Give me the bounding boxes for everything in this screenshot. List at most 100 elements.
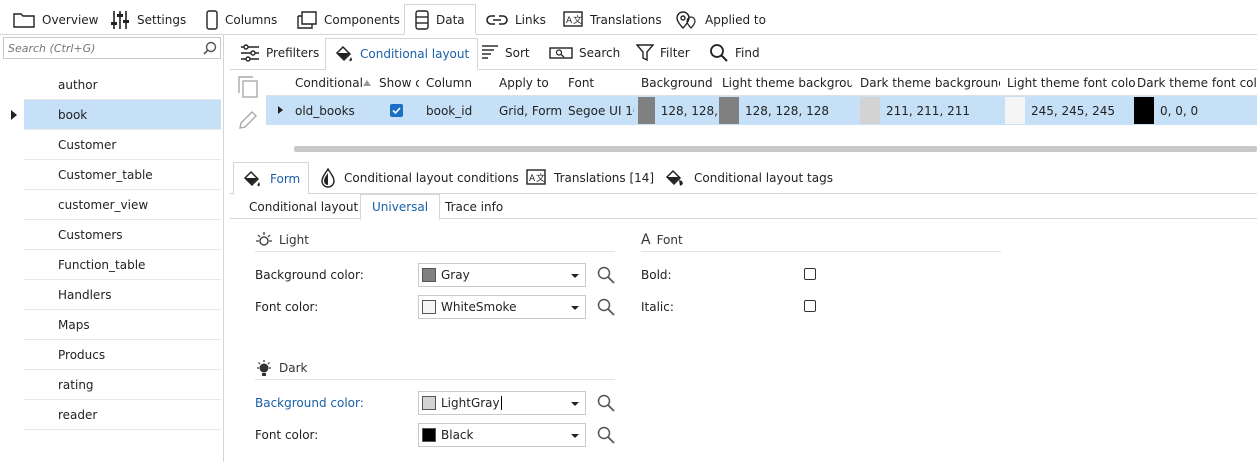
tab-conditional-layout-conditions[interactable]: Conditional layout conditions bbox=[312, 162, 527, 194]
col-header-conditional[interactable]: Conditional bbox=[295, 76, 365, 90]
tree-item[interactable]: Maps bbox=[24, 310, 221, 340]
tab-components[interactable]: Components bbox=[287, 5, 410, 35]
expand-arrow-icon[interactable] bbox=[11, 110, 17, 120]
tab-overview[interactable]: Overview bbox=[3, 5, 109, 35]
dark-font-select[interactable]: Black bbox=[418, 423, 586, 447]
copy-icon[interactable] bbox=[238, 76, 258, 98]
subtab-universal[interactable]: Universal bbox=[360, 194, 441, 220]
location-icon bbox=[676, 10, 698, 30]
search-icon[interactable] bbox=[597, 298, 615, 316]
conditional-layout-label: Conditional layout bbox=[360, 47, 470, 61]
col-header-dark-font[interactable]: Dark theme font color bbox=[1137, 76, 1257, 90]
subtab-trace-info[interactable]: Trace info bbox=[434, 194, 514, 219]
top-tab-bar: Overview Settings Columns Components Dat… bbox=[0, 0, 1257, 35]
tree-item[interactable]: Customer_table bbox=[24, 160, 221, 190]
light-font-label: Font color: bbox=[255, 300, 319, 314]
subtab-conditional-layout[interactable]: Conditional layout bbox=[238, 194, 369, 219]
cell-show-checkbox[interactable] bbox=[390, 96, 403, 125]
cell-background[interactable]: 128, 128, bbox=[638, 96, 718, 125]
search-input[interactable] bbox=[4, 41, 196, 55]
search-label: Search bbox=[579, 46, 621, 60]
cell-light-bg[interactable]: 128, 128, 128 bbox=[719, 96, 829, 125]
drop-icon bbox=[320, 168, 336, 188]
cell-dark-font-text: 0, 0, 0 bbox=[1160, 103, 1199, 118]
cell-font[interactable]: Segoe UI 10 bbox=[568, 96, 634, 125]
tab-translations[interactable]: A文 Translations bbox=[553, 5, 672, 35]
grid-header: Conditional Show c Column Apply to Font … bbox=[266, 70, 1257, 96]
cell-light-font[interactable]: 245, 245, 245 bbox=[1005, 96, 1115, 125]
tab-conditional-layout-tags[interactable]: Conditional layout tags bbox=[656, 162, 841, 194]
row-indicator-icon bbox=[278, 106, 283, 114]
tab-overview-label: Overview bbox=[42, 13, 99, 27]
search-button[interactable]: Search bbox=[541, 38, 628, 68]
tree-item-label: Customer_table bbox=[58, 167, 153, 182]
sidebar-search[interactable] bbox=[3, 37, 221, 59]
cell-dark-bg[interactable]: 211, 211, 211 bbox=[860, 96, 970, 125]
search-icon[interactable] bbox=[203, 41, 217, 55]
search-icon[interactable] bbox=[597, 394, 615, 412]
dark-bg-select[interactable]: LightGray bbox=[418, 391, 586, 415]
tab-columns-label: Columns bbox=[225, 13, 278, 27]
col-header-light-font[interactable]: Light theme font color bbox=[1007, 76, 1135, 90]
dark-bg-label: Background color: bbox=[255, 396, 364, 410]
col-header-column[interactable]: Column bbox=[426, 76, 472, 90]
tree-item[interactable]: Customer bbox=[24, 130, 221, 160]
filter-icon bbox=[636, 44, 654, 62]
horizontal-scrollbar[interactable] bbox=[294, 146, 1257, 152]
sort-button[interactable]: Sort bbox=[473, 38, 538, 68]
italic-checkbox[interactable] bbox=[804, 300, 816, 312]
lightbulb-icon bbox=[255, 359, 273, 377]
col-header-show[interactable]: Show c bbox=[379, 76, 419, 90]
tree-item[interactable]: Customers bbox=[24, 220, 221, 250]
translate-icon: A文 bbox=[526, 169, 546, 187]
cell-apply-to[interactable]: Grid, Form bbox=[499, 96, 562, 125]
prefilters-button[interactable]: Prefilters bbox=[232, 38, 327, 68]
dark-group-header: Dark bbox=[255, 356, 615, 380]
tab-applied-to[interactable]: Applied to bbox=[666, 5, 776, 35]
tab-form[interactable]: Form bbox=[233, 162, 310, 195]
tree-item[interactable]: book bbox=[24, 100, 221, 130]
col-header-dark-bg[interactable]: Dark theme background bbox=[860, 76, 1000, 90]
col-header-font[interactable]: Font bbox=[568, 76, 594, 90]
tab-data-label: Data bbox=[436, 12, 465, 27]
col-header-background[interactable]: Background bbox=[641, 76, 713, 90]
column-icon bbox=[206, 10, 218, 30]
tab-translations-detail[interactable]: A文 Translations [14] bbox=[518, 162, 662, 194]
dark-group-label: Dark bbox=[279, 360, 308, 375]
tab-settings[interactable]: Settings bbox=[100, 5, 196, 35]
col-header-light-bg[interactable]: Light theme backgroun bbox=[722, 76, 852, 90]
search-icon[interactable] bbox=[597, 266, 615, 284]
tree-item-label: Handlers bbox=[58, 287, 112, 302]
cell-conditional[interactable]: old_books bbox=[295, 96, 355, 125]
sliders-icon bbox=[110, 10, 130, 30]
bold-checkbox[interactable] bbox=[804, 268, 816, 280]
tree-item[interactable]: author bbox=[24, 70, 221, 100]
color-swatch bbox=[638, 97, 655, 124]
table-row[interactable]: old_books book_id Grid, Form Segoe UI 10… bbox=[266, 96, 1257, 125]
light-font-select[interactable]: WhiteSmoke bbox=[418, 295, 586, 319]
col-header-apply-to[interactable]: Apply to bbox=[499, 76, 549, 90]
tree-item[interactable]: Function_table bbox=[24, 250, 221, 280]
color-swatch bbox=[1134, 97, 1154, 124]
edit-pencil-icon[interactable] bbox=[238, 110, 258, 130]
search-icon[interactable] bbox=[597, 426, 615, 444]
tab-data[interactable]: Data bbox=[404, 4, 476, 35]
tree-item[interactable]: customer_view bbox=[24, 190, 221, 220]
sun-icon bbox=[255, 231, 273, 249]
tree-item[interactable]: reader bbox=[24, 400, 221, 430]
tree-item[interactable]: rating bbox=[24, 370, 221, 400]
tab-links[interactable]: Links bbox=[476, 5, 556, 35]
find-button[interactable]: Find bbox=[701, 38, 768, 68]
color-swatch bbox=[1005, 97, 1025, 124]
cell-dark-font[interactable]: 0, 0, 0 bbox=[1134, 96, 1198, 125]
tab-columns[interactable]: Columns bbox=[196, 5, 287, 35]
tag-bucket-icon bbox=[664, 168, 686, 188]
light-bg-select[interactable]: Gray bbox=[418, 263, 586, 287]
cell-column[interactable]: book_id bbox=[426, 96, 472, 125]
tab-applied-to-label: Applied to bbox=[705, 13, 766, 27]
tree-item[interactable]: Producs bbox=[24, 340, 221, 370]
tree-item[interactable]: Handlers bbox=[24, 280, 221, 310]
filter-button[interactable]: Filter bbox=[628, 38, 698, 68]
conditional-layout-button[interactable]: Conditional layout bbox=[325, 38, 479, 70]
light-bg-label: Background color: bbox=[255, 268, 364, 282]
